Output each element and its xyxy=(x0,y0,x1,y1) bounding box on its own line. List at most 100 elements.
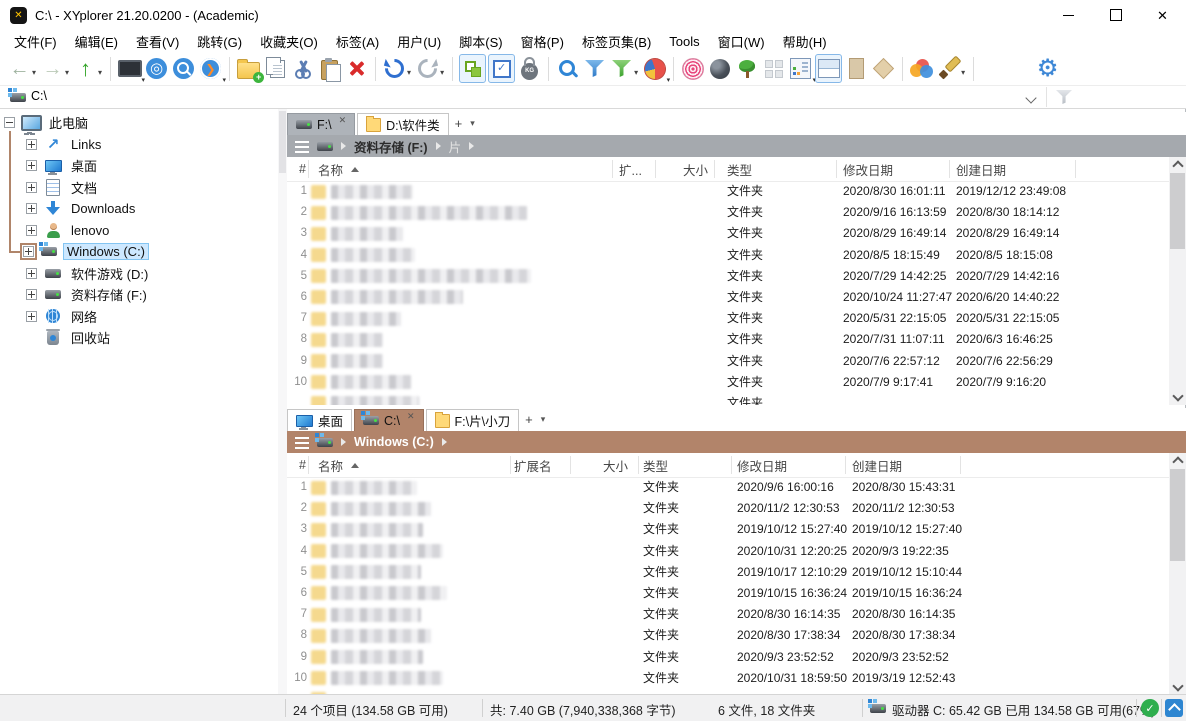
visual-filter-button[interactable] xyxy=(609,55,634,82)
menu-item[interactable]: 标签页集(B) xyxy=(573,30,660,52)
tab-desktop[interactable]: 桌面 xyxy=(287,409,352,431)
column-extension[interactable]: 扩... xyxy=(619,157,642,181)
breadcrumb-segment[interactable]: 资料存储 (F:) xyxy=(354,137,428,156)
back-dropdown[interactable]: ▾ xyxy=(32,69,36,77)
file-row[interactable]: 6 文件夹 2019/10/15 16:36:24 2019/10/15 16:… xyxy=(287,583,1169,604)
spiral-button[interactable] xyxy=(680,55,705,82)
quick-search-button[interactable] xyxy=(171,55,196,82)
file-row[interactable]: 10 文件夹 2020/10/31 18:59:50 2019/3/19 12:… xyxy=(287,668,1169,689)
status-ok-icon[interactable]: ✓ xyxy=(1141,699,1159,717)
breadcrumb-segment[interactable]: 片 xyxy=(449,137,462,156)
scroll-down-icon[interactable] xyxy=(1169,680,1186,695)
file-row[interactable]: 7 文件夹 2020/8/30 16:14:35 2020/8/30 16:14… xyxy=(287,604,1169,625)
scroll-up-icon[interactable] xyxy=(1169,453,1186,468)
file-row[interactable]: 9 文件夹 2020/7/6 22:57:12 2020/7/6 22:56:2… xyxy=(287,351,1169,372)
up-dropdown[interactable]: ▾ xyxy=(98,69,102,77)
tab-list-dropdown[interactable]: ▾ xyxy=(541,414,546,425)
cut-button[interactable] xyxy=(290,55,315,82)
address-dropdown-icon[interactable] xyxy=(1025,92,1036,103)
close-button[interactable]: ✕ xyxy=(1139,0,1186,30)
file-row[interactable]: 4 文件夹 2020/10/31 12:20:25 2020/9/3 19:22… xyxy=(287,541,1169,562)
scroll-up-icon[interactable] xyxy=(1169,157,1186,172)
breadcrumb-segment[interactable]: Windows (C:) xyxy=(354,435,434,449)
expand-icon[interactable] xyxy=(26,160,37,171)
undo-dropdown[interactable]: ▾ xyxy=(407,69,411,77)
file-row[interactable]: 4 文件夹 2020/8/5 18:15:49 2020/8/5 18:15:0… xyxy=(287,245,1169,266)
file-row[interactable]: 2 文件夹 2020/11/2 12:30:53 2020/11/2 12:30… xyxy=(287,498,1169,519)
tab-d-software[interactable]: D:\软件类 xyxy=(357,113,448,135)
column-name[interactable]: 名称 xyxy=(318,157,359,181)
expand-icon[interactable] xyxy=(26,268,37,279)
undo-button[interactable] xyxy=(382,55,407,82)
menu-item[interactable]: 跳转(G) xyxy=(188,30,251,52)
menu-item[interactable]: 窗口(W) xyxy=(709,30,774,52)
drive-c-icon[interactable] xyxy=(317,438,333,447)
forward-button[interactable]: → xyxy=(40,55,65,82)
column-size[interactable]: 大小 xyxy=(659,157,708,181)
menu-item[interactable]: 帮助(H) xyxy=(774,30,836,52)
tree-item-lenovo[interactable]: lenovo xyxy=(26,220,113,241)
column-extension[interactable]: 扩展名 xyxy=(514,453,552,477)
bottom-scrollbar[interactable] xyxy=(1169,453,1186,695)
menu-item[interactable]: Tools xyxy=(660,30,708,52)
redo-button[interactable] xyxy=(415,55,440,82)
horizontal-panes-button[interactable] xyxy=(815,54,842,83)
tree-item-drive-d[interactable]: 软件游戏 (D:) xyxy=(26,263,152,284)
address-filter-icon[interactable] xyxy=(1056,90,1072,104)
new-tab-button[interactable]: + xyxy=(525,412,533,427)
tree-item-drive-c[interactable]: Windows (C:) xyxy=(20,241,149,262)
tab-f-drive[interactable]: F:\ ✕ xyxy=(287,113,355,135)
menu-item[interactable]: 文件(F) xyxy=(5,30,66,52)
paint-dropdown[interactable]: ▾ xyxy=(961,69,965,77)
dark-mode-button[interactable] xyxy=(707,55,732,82)
reports-button[interactable]: ▾ xyxy=(642,55,667,82)
expand-icon[interactable] xyxy=(26,203,37,214)
column-modified[interactable]: 修改日期 xyxy=(737,453,787,477)
column-modified[interactable]: 修改日期 xyxy=(843,157,893,181)
file-row[interactable]: 10 文件夹 2020/7/9 9:17:41 2020/7/9 9:16:20 xyxy=(287,372,1169,393)
file-row[interactable]: 9 文件夹 2020/9/3 23:52:52 2020/9/3 23:52:5… xyxy=(287,647,1169,668)
new-folder-button[interactable]: + xyxy=(236,55,261,82)
tree-item-recycle-bin[interactable]: 回收站 xyxy=(37,327,114,348)
column-name[interactable]: 名称 xyxy=(318,453,359,477)
tab-close-icon[interactable]: ✕ xyxy=(339,116,347,125)
copy-button[interactable] xyxy=(263,55,288,82)
tree-item-links[interactable]: ↗ Links xyxy=(26,134,105,155)
tree-item-documents[interactable]: 文档 xyxy=(26,177,101,198)
expand-icon[interactable] xyxy=(26,182,37,193)
hotlist-button[interactable]: ◎ xyxy=(144,55,169,82)
forward-dropdown[interactable]: ▾ xyxy=(65,69,69,77)
toggle-tree-button[interactable] xyxy=(459,54,486,83)
paste-button[interactable] xyxy=(317,55,342,82)
menu-item[interactable]: 收藏夹(O) xyxy=(251,30,327,52)
column-index[interactable]: # xyxy=(287,453,306,477)
menu-item[interactable]: 查看(V) xyxy=(127,30,188,52)
expand-icon[interactable] xyxy=(26,139,37,150)
paint-button[interactable] xyxy=(936,55,961,82)
delete-button[interactable] xyxy=(344,55,369,82)
minimize-button[interactable] xyxy=(1045,0,1092,30)
file-row[interactable]: 3 文件夹 2020/8/29 16:49:14 2020/8/29 16:49… xyxy=(287,223,1169,244)
new-tab-button[interactable]: + xyxy=(455,116,463,131)
show-desktop-button[interactable]: ▾ xyxy=(117,55,142,82)
scrollbar-thumb[interactable] xyxy=(1170,469,1185,561)
expand-icon[interactable] xyxy=(26,289,37,300)
column-type[interactable]: 类型 xyxy=(727,157,752,181)
collapse-icon[interactable] xyxy=(4,117,15,128)
checkbox-selection-button[interactable]: ✓ xyxy=(488,54,515,83)
scrollbar-thumb[interactable] xyxy=(1170,173,1185,249)
tree-item-desktop[interactable]: 桌面 xyxy=(26,155,101,176)
column-created[interactable]: 创建日期 xyxy=(956,157,1006,181)
hamburger-icon[interactable] xyxy=(295,437,309,439)
file-row[interactable]: 文件夹 xyxy=(287,393,1169,405)
file-row[interactable]: 2 文件夹 2020/9/16 16:13:59 2020/8/30 18:14… xyxy=(287,202,1169,223)
file-row[interactable]: 1 文件夹 2020/9/6 16:00:16 2020/8/30 15:43:… xyxy=(287,477,1169,498)
scrollbar-thumb[interactable] xyxy=(279,111,286,173)
find-files-button[interactable] xyxy=(555,55,580,82)
menu-item[interactable]: 用户(U) xyxy=(388,30,450,52)
back-button[interactable]: ← xyxy=(7,55,32,82)
tiles-button[interactable] xyxy=(761,55,786,82)
visual-filter-dropdown[interactable]: ▾ xyxy=(634,69,638,77)
file-row[interactable]: 3 文件夹 2019/10/12 15:27:40 2019/10/12 15:… xyxy=(287,519,1169,540)
hamburger-icon[interactable] xyxy=(295,141,309,143)
